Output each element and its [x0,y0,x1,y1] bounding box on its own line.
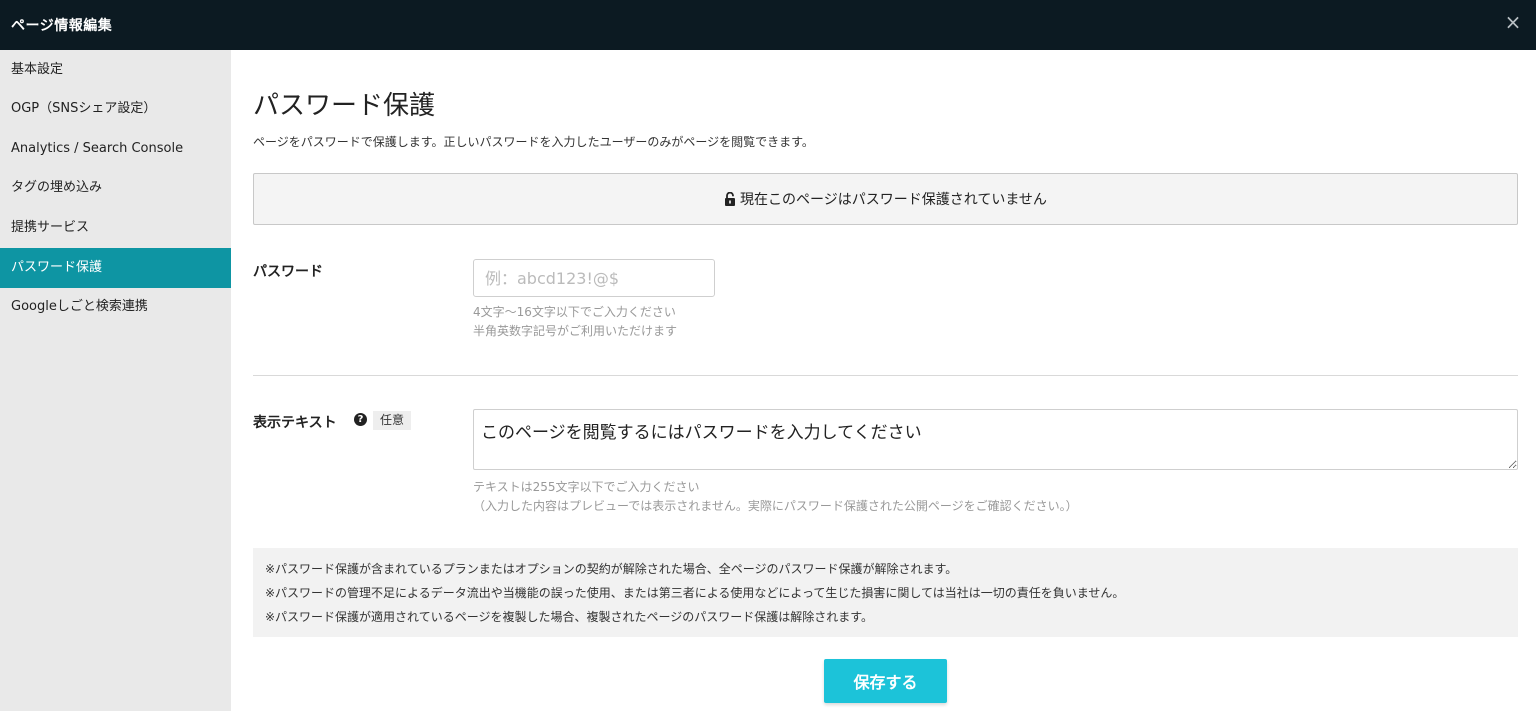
modal-title: ページ情報編集 [11,18,113,34]
save-button[interactable]: 保存する [824,659,947,703]
note-line: ※パスワード保護が含まれているプランまたはオプションの契約が解除された場合、全ペ… [265,562,958,576]
help-icon[interactable]: ? [354,413,367,426]
divider [253,375,1518,376]
note-line: ※パスワードの管理不足によるデータ流出や当機能の誤った使用、または第三者による使… [265,586,1125,600]
sidebar-item-analytics[interactable]: Analytics / Search Console [0,129,231,169]
sidebar-item-password-protection[interactable]: パスワード保護 [0,248,231,288]
display-text-hint-length: テキストは255文字以下でご入力ください [473,480,700,494]
top-bar: ページ情報編集 × [0,0,1536,50]
password-input[interactable] [473,259,715,297]
password-label: パスワード [253,264,323,280]
sidebar-item-tag-embed[interactable]: タグの埋め込み [0,168,231,208]
page-title: パスワード保護 [253,91,436,121]
sidebar: 基本設定 OGP（SNSシェア設定） Analytics / Search Co… [0,50,231,711]
notes-box: ※パスワード保護が含まれているプランまたはオプションの契約が解除された場合、全ペ… [253,548,1518,637]
sidebar-item-ogp[interactable]: OGP（SNSシェア設定） [0,89,231,129]
password-hint-charset: 半角英数字記号がご利用いただけます [473,324,678,338]
close-icon[interactable]: × [1502,11,1524,33]
sidebar-item-google-jobs[interactable]: Googleしごと検索連携 [0,287,231,327]
optional-badge: 任意 [373,411,411,430]
display-text-label: 表示テキスト [253,415,337,431]
protection-status-box: 現在このページはパスワード保護されていません [253,173,1518,225]
display-text-hint-preview: （入力した内容はプレビューでは表示されません。実際にパスワード保護された公開ペー… [473,499,1078,513]
protection-status-text: 現在このページはパスワード保護されていません [740,192,1047,208]
main-content: パスワード保護 ページをパスワードで保護します。正しいパスワードを入力したユーザ… [231,50,1536,711]
unlocked-lock-icon [725,192,736,206]
sidebar-item-basic-settings[interactable]: 基本設定 [0,50,231,90]
password-hint-length: 4文字〜16文字以下でご入力ください [473,305,676,319]
sidebar-item-partner-services[interactable]: 提携サービス [0,208,231,248]
note-line: ※パスワード保護が適用されているページを複製した場合、複製されたページのパスワー… [265,610,874,624]
page-description: ページをパスワードで保護します。正しいパスワードを入力したユーザーのみがページを… [253,135,814,149]
display-text-textarea[interactable]: このページを閲覧するにはパスワードを入力してください [473,409,1518,470]
